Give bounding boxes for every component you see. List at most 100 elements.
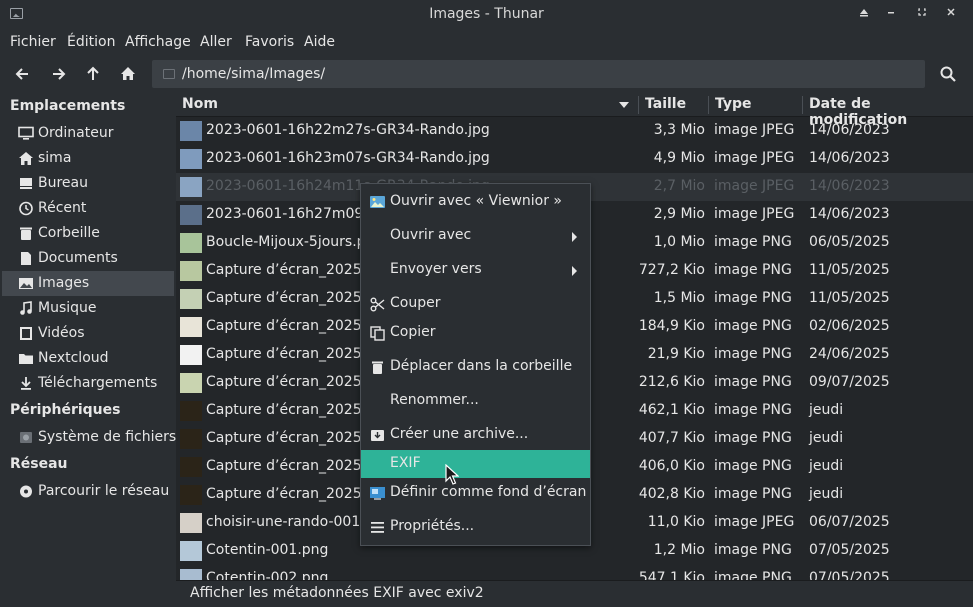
file-row[interactable]: 2023-0601-16h22m27s-GR34-Rando.jpg 3,3 Mi… [176, 117, 973, 145]
menu-favoris[interactable]: Favoris [245, 34, 294, 50]
submenu-arrow-icon [572, 232, 577, 242]
menu-affichage[interactable]: Affichage [125, 34, 191, 50]
menu-item-cut[interactable]: Couper [361, 290, 590, 318]
video-icon [20, 327, 32, 340]
file-thumbnail [180, 289, 202, 309]
file-thumbnail [180, 429, 202, 449]
network-header: Réseau [10, 456, 68, 472]
menu-aide[interactable]: Aide [304, 34, 335, 50]
file-date: jeudi [809, 430, 844, 446]
menu-item-rename[interactable]: Renommer... [361, 387, 590, 415]
menu-item-open-with[interactable]: Ouvrir avec [361, 222, 590, 250]
home-button[interactable] [118, 64, 140, 84]
submenu-arrow-icon [572, 266, 577, 276]
file-date: 11/05/2025 [809, 262, 890, 278]
sidebar-item-musique[interactable]: Musique [2, 296, 174, 321]
sidebar-item-label: Vidéos [38, 325, 85, 341]
sidebar-item-documents[interactable]: Documents [2, 246, 174, 271]
menu-item-label: Créer une archive... [390, 426, 529, 442]
sidebar-item-sima[interactable]: sima [2, 146, 174, 171]
sidebar-item-label: Système de fichiers [38, 429, 177, 445]
menu-item-exif[interactable]: EXIF [361, 450, 590, 478]
sidebar-item-systeme-de-fichiers[interactable]: Système de fichiers [2, 425, 177, 450]
sidebar-item-label: Parcourir le réseau [38, 483, 170, 499]
menu-item-create-archive[interactable]: Créer une archive... [361, 421, 590, 449]
file-size: 2,9 Mio [653, 206, 705, 222]
file-type: image JPEG [714, 150, 795, 166]
file-type: image PNG [714, 262, 792, 278]
menu-item-open-viewnior[interactable]: Ouvrir avec « Viewnior » [361, 188, 590, 216]
file-date: 14/06/2023 [809, 150, 890, 166]
music-icon [20, 301, 32, 315]
minimize-icon [888, 12, 894, 14]
menu-item-properties[interactable]: Propriétés... [361, 513, 590, 541]
file-row[interactable]: 2023-0601-16h23m07s-GR34-Rando.jpg 4,9 Mi… [176, 145, 973, 173]
file-size: 21,9 Kio [647, 346, 705, 362]
search-button[interactable] [938, 64, 960, 84]
file-thumbnail [180, 345, 202, 365]
file-date: 14/06/2023 [809, 178, 890, 194]
file-thumbnail [180, 541, 202, 561]
menu-item-copy[interactable]: Copier [361, 319, 590, 347]
file-name: Cotentin-002.png [206, 570, 329, 580]
sidebar-item-label: Récent [38, 200, 87, 216]
sidebar-item-images[interactable]: Images [2, 271, 174, 296]
file-size: 1,2 Mio [653, 542, 705, 558]
menu-item-label: Déplacer dans la corbeille [390, 358, 573, 374]
file-size: 184,9 Kio [638, 318, 705, 334]
minimize-button[interactable] [883, 6, 899, 22]
column-name[interactable]: Nom [182, 96, 218, 112]
location-path[interactable]: /home/sima/Images/ [182, 66, 325, 82]
image-folder-icon [163, 69, 175, 79]
sidebar-item-parcourir-le-reseau[interactable]: Parcourir le réseau [2, 479, 174, 504]
file-row[interactable]: Cotentin-002.png 547,1 Kio image PNG 07/05/… [176, 565, 973, 580]
keep-above-button[interactable] [856, 6, 872, 22]
file-size: 11,0 Kio [647, 514, 705, 530]
parent-folder-button[interactable] [83, 64, 105, 84]
maximize-button[interactable] [914, 6, 930, 22]
back-button[interactable] [13, 64, 35, 84]
forward-button[interactable] [48, 64, 70, 84]
sidebar-item-videos[interactable]: Vidéos [2, 321, 174, 346]
download-icon [21, 377, 31, 390]
menu-item-label: Définir comme fond d’écran [390, 484, 587, 500]
sidebar-item-corbeille[interactable]: Corbeille [2, 221, 174, 246]
column-separator [802, 96, 803, 114]
menu-edition[interactable]: Édition [67, 34, 115, 50]
file-type: image PNG [714, 318, 792, 334]
column-type[interactable]: Type [715, 96, 752, 112]
close-button[interactable] [943, 6, 959, 22]
sidebar-item-label: Bureau [38, 175, 88, 191]
clock-icon [19, 201, 33, 216]
arrow-up-icon [87, 66, 99, 80]
mouse-pointer-icon [445, 464, 459, 485]
document-icon [21, 252, 31, 265]
menu-aller[interactable]: Aller [200, 34, 232, 50]
sidebar-item-ordinateur[interactable]: Ordinateur [2, 121, 174, 146]
trash-icon [20, 227, 32, 240]
file-thumbnail [180, 149, 202, 169]
file-thumbnail [180, 205, 202, 225]
file-thumbnail [180, 485, 202, 505]
file-type: image PNG [714, 346, 792, 362]
menu-item-move-to-trash[interactable]: Déplacer dans la corbeille [361, 353, 590, 381]
menu-fichier[interactable]: Fichier [10, 34, 56, 50]
menu-item-send-to[interactable]: Envoyer vers [361, 256, 590, 284]
location-bar[interactable]: /home/sima/Images/ [152, 60, 925, 88]
sidebar-item-recent[interactable]: Récent [2, 196, 174, 221]
sidebar-item-nextcloud[interactable]: Nextcloud [2, 346, 174, 371]
file-date: jeudi [809, 486, 844, 502]
file-type: image PNG [714, 570, 792, 580]
context-menu: Ouvrir avec « Viewnior » Ouvrir avec Env… [360, 183, 591, 546]
column-size[interactable]: Taille [645, 96, 686, 112]
column-separator [638, 96, 639, 114]
menu-item-set-wallpaper[interactable]: Définir comme fond d’écran [361, 479, 590, 507]
sidebar-item-telechargements[interactable]: Téléchargements [2, 371, 174, 396]
sidebar-item-bureau[interactable]: Bureau [2, 171, 174, 196]
file-name: 2023-0601-16h22m27s-GR34-Rando.jpg [206, 122, 490, 138]
folder-icon [19, 354, 33, 364]
file-thumbnail [180, 121, 202, 141]
sidebar-item-label: Nextcloud [38, 350, 109, 366]
file-thumbnail [180, 261, 202, 281]
file-date: 14/06/2023 [809, 206, 890, 222]
